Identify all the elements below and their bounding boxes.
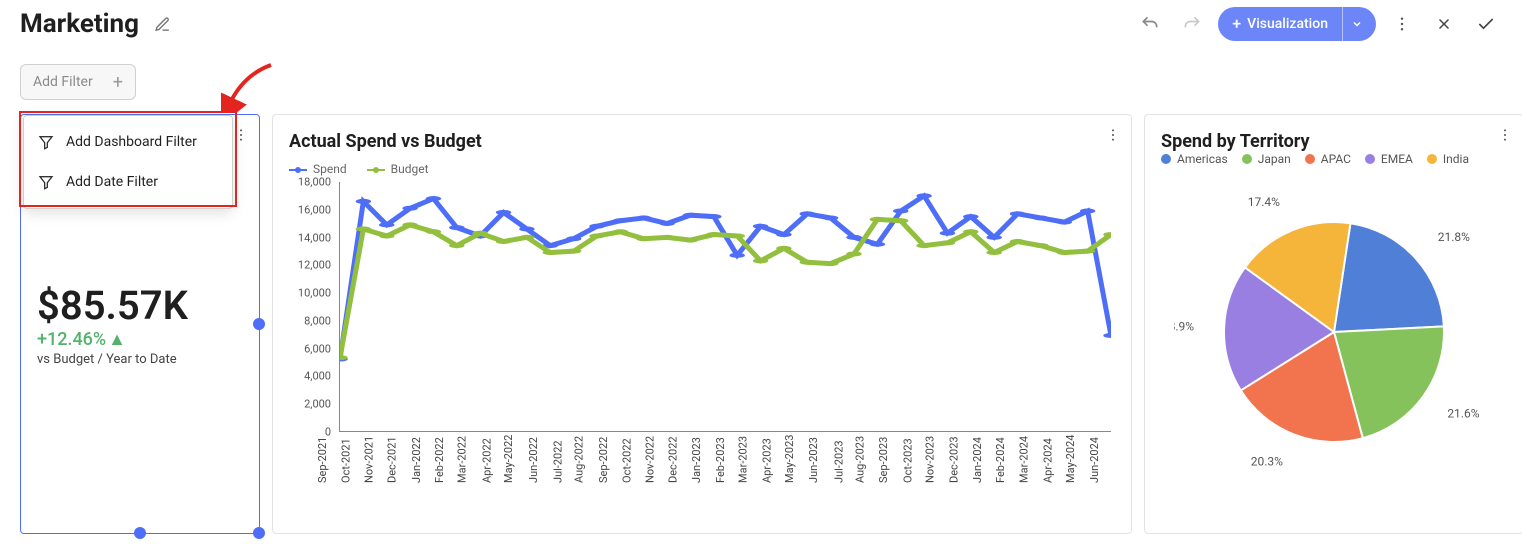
undo-icon[interactable]	[1134, 8, 1166, 40]
more-icon[interactable]	[1386, 8, 1418, 40]
close-icon[interactable]	[1428, 8, 1460, 40]
page-header: Marketing + Visualization	[20, 0, 1502, 48]
add-date-filter-item[interactable]: Add Date Filter	[24, 162, 232, 202]
pie-legend: AmericasJapanAPACEMEAIndia	[1161, 152, 1507, 166]
filter-bar: Add Filter +	[20, 64, 1502, 100]
kpi-delta: +12.46%▲	[37, 329, 243, 350]
viz-button-label: Visualization	[1247, 16, 1328, 32]
add-filter-label: Add Filter	[33, 74, 93, 90]
card-menu-icon[interactable]	[1497, 127, 1513, 147]
pie-chart-card[interactable]: Spend by Territory AmericasJapanAPACEMEA…	[1144, 114, 1522, 534]
chart-legend: Spend Budget	[289, 162, 1115, 176]
line-chart-card[interactable]: Actual Spend vs Budget Spend Budget 02,0…	[272, 114, 1132, 534]
page-title: Marketing	[20, 9, 139, 39]
card-title: Spend by Territory	[1161, 131, 1507, 152]
svg-text:20.3%: 20.3%	[1251, 455, 1283, 469]
add-filter-button[interactable]: Add Filter +	[20, 64, 136, 100]
filter-dropdown: Add Dashboard Filter Add Date Filter	[23, 115, 233, 209]
card-menu-icon[interactable]	[1105, 127, 1121, 147]
confirm-icon[interactable]	[1470, 8, 1502, 40]
svg-text:21.6%: 21.6%	[1447, 406, 1479, 420]
redo-icon[interactable]	[1176, 8, 1208, 40]
pie-chart-plot: 21.8% 21.6% 20.3% 18.9% 17.4%	[1174, 182, 1494, 472]
edit-title-icon[interactable]	[147, 8, 179, 40]
card-menu-icon[interactable]	[233, 127, 249, 147]
kpi-card[interactable]: $85.57K +12.46%▲ vs Budget / Year to Dat…	[20, 114, 260, 534]
plus-icon: +	[113, 72, 123, 93]
svg-text:18.9%: 18.9%	[1174, 319, 1194, 333]
svg-text:17.4%: 17.4%	[1248, 195, 1280, 209]
dropdown-label: Add Dashboard Filter	[66, 134, 197, 150]
add-dashboard-filter-item[interactable]: Add Dashboard Filter	[24, 122, 232, 162]
kpi-subtext: vs Budget / Year to Date	[37, 352, 243, 367]
kpi-value: $85.57K	[37, 282, 243, 329]
add-visualization-button[interactable]: + Visualization	[1218, 7, 1376, 41]
resize-handle[interactable]	[253, 527, 265, 539]
up-triangle-icon: ▲	[108, 329, 126, 350]
viz-button-chevron[interactable]	[1342, 7, 1370, 41]
resize-handle[interactable]	[134, 527, 146, 539]
svg-text:21.8%: 21.8%	[1438, 230, 1470, 244]
plus-icon: +	[1232, 16, 1241, 32]
line-chart-plot	[339, 182, 1111, 432]
dropdown-label: Add Date Filter	[66, 174, 158, 190]
resize-handle[interactable]	[253, 318, 265, 330]
card-title: Actual Spend vs Budget	[289, 131, 1115, 152]
